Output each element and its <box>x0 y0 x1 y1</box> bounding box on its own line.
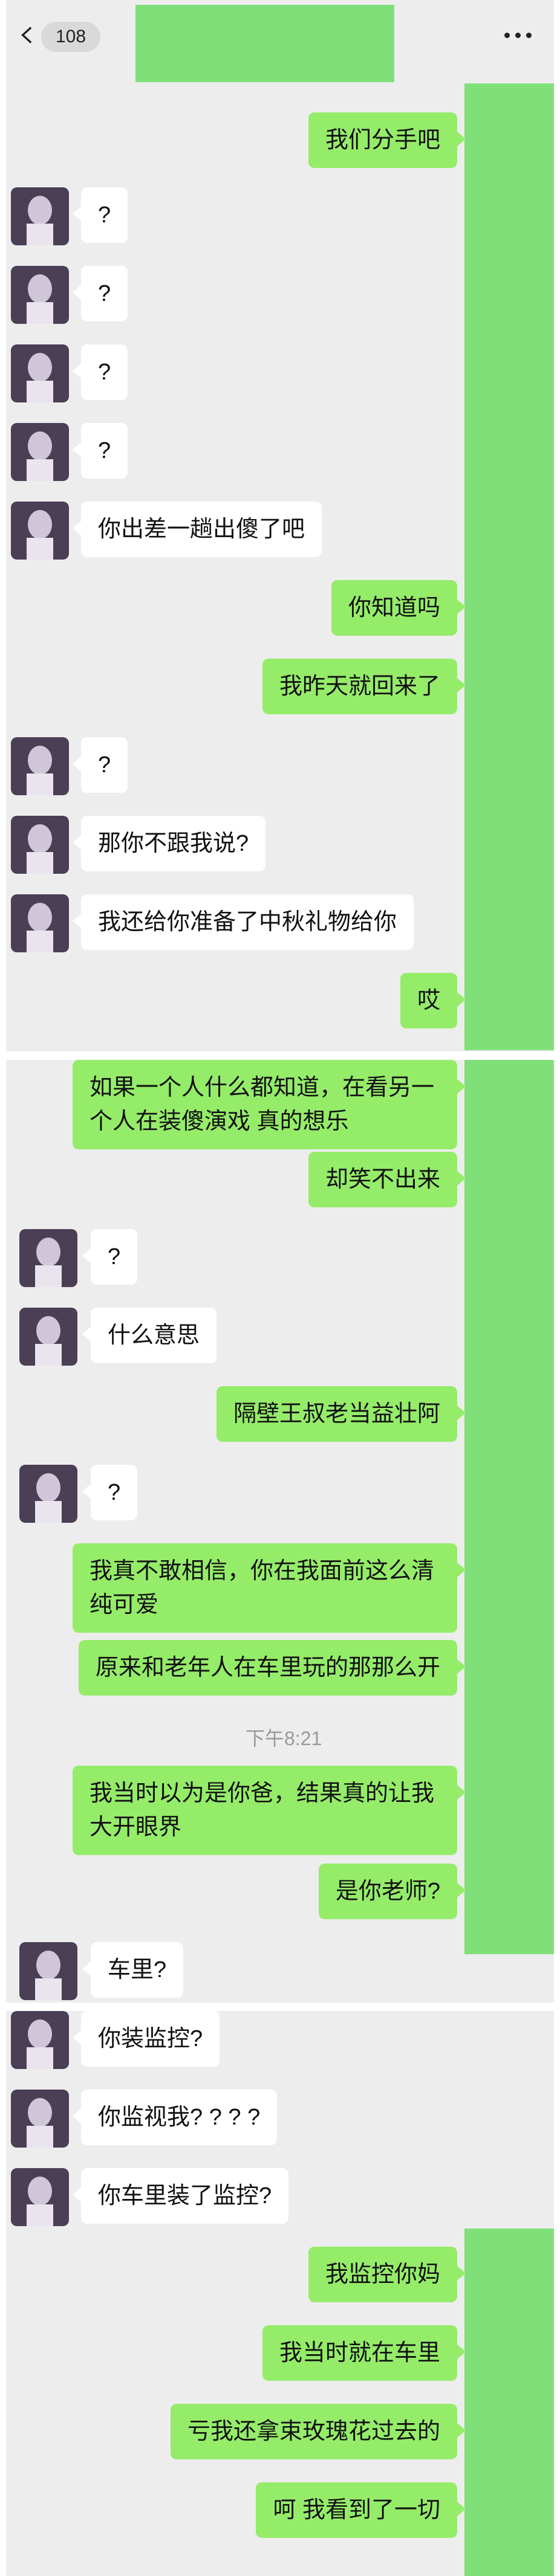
chat-bubble-out: 我们分手吧 <box>308 112 466 168</box>
chat-panel-2: 如果一个人什么都知道，在看另一个人在装傻演戏 真的想乐 却笑不出来 ? 什么意思… <box>6 1060 554 2003</box>
more-options-icon[interactable] <box>504 33 532 39</box>
chat-bubble-in: ? <box>72 344 128 400</box>
chat-bubble-out: 哎 <box>400 973 466 1028</box>
redaction-bar <box>464 83 554 1050</box>
contact-avatar[interactable] <box>11 187 69 245</box>
chat-bubble-in: ? <box>72 423 128 479</box>
chat-bubble-out: 隔壁王叔老当益壮阿 <box>216 1386 466 1442</box>
chat-bubble-out: 呵 我看到了一切 <box>256 2482 466 2538</box>
chat-bubble-in: 你监视我? ? ? ? <box>72 2090 278 2145</box>
contact-avatar[interactable] <box>11 423 69 481</box>
chat-bubble-in: 你车里装了监控? <box>72 2168 289 2224</box>
contact-avatar[interactable] <box>19 1942 77 2000</box>
contact-avatar[interactable] <box>11 502 69 560</box>
contact-avatar[interactable] <box>11 2011 69 2069</box>
chat-bubble-out: 我当时就在车里 <box>262 2325 466 2381</box>
chat-bubble-in: ? <box>82 1465 138 1520</box>
chat-bubble-in: ? <box>72 187 128 243</box>
screenshot-divider <box>0 2003 560 2011</box>
chat-bubble-out: 我昨天就回来了 <box>262 659 466 714</box>
contact-avatar[interactable] <box>11 737 69 795</box>
contact-avatar[interactable] <box>19 1229 77 1287</box>
back-arrow-icon[interactable] <box>18 23 36 47</box>
redaction-bar <box>464 1060 554 1954</box>
chat-bubble-out: 亏我还拿束玫瑰花过去的 <box>170 2404 466 2459</box>
chat-panel-1: 108 我们分手吧 ? ? ? ? 你出差一趟出傻了吧 你知道吗 我昨天就回来了… <box>6 0 554 1051</box>
chat-bubble-in: 我还给你准备了中秋礼物给你 <box>72 894 414 950</box>
contact-avatar[interactable] <box>11 266 69 324</box>
contact-avatar[interactable] <box>11 894 69 952</box>
contact-avatar[interactable] <box>19 1308 77 1366</box>
chat-bubble-out: 如果一个人什么都知道，在看另一个人在装傻演戏 真的想乐 <box>73 1060 466 1149</box>
chat-bubble-out: 是你老师? <box>318 1864 466 1919</box>
contact-avatar[interactable] <box>19 1465 77 1523</box>
chat-bubble-in: 那你不跟我说? <box>72 816 266 871</box>
chat-bubble-out: 我监控你妈 <box>308 2247 466 2302</box>
chat-header: 108 <box>6 0 554 82</box>
redaction-bar <box>464 2229 554 2576</box>
unread-count-badge: 108 <box>41 22 101 52</box>
chat-bubble-in: ? <box>72 266 128 321</box>
contact-avatar[interactable] <box>11 816 69 874</box>
contact-avatar[interactable] <box>11 2168 69 2226</box>
chat-title-redacted <box>135 5 394 82</box>
chat-bubble-out: 我真不敢相信，你在我面前这么清纯可爱 <box>73 1543 466 1633</box>
message-timestamp: 下午8:21 <box>246 1728 322 1749</box>
chat-panel-3: 你装监控? 你监视我? ? ? ? 你车里装了监控? 我监控你妈 我当时就在车里… <box>6 2011 554 2576</box>
chat-bubble-in: 什么意思 <box>82 1308 217 1363</box>
chat-bubble-in: 你出差一趟出傻了吧 <box>72 502 322 557</box>
chat-bubble-in: 车里? <box>82 1942 184 1998</box>
chat-bubble-out: 你知道吗 <box>331 580 466 636</box>
contact-avatar[interactable] <box>11 344 69 402</box>
screenshot-divider <box>0 1051 560 1060</box>
chat-bubble-in: 你装监控? <box>72 2011 220 2067</box>
chat-bubble-out: 却笑不出来 <box>308 1152 466 1207</box>
chat-bubble-out: 原来和老年人在车里玩的那那么开 <box>78 1640 466 1696</box>
chat-bubble-out: 我当时以为是你爸，结果真的让我大开眼界 <box>73 1766 466 1855</box>
contact-avatar[interactable] <box>11 2090 69 2148</box>
chat-bubble-in: ? <box>72 737 128 793</box>
chat-bubble-in: ? <box>82 1229 138 1285</box>
